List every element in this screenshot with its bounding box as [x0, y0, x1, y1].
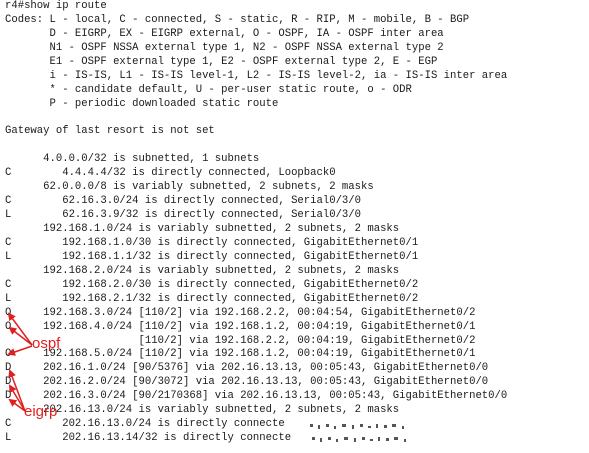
terminal-line: C 62.16.3.0/24 is directly connected, Se… — [5, 195, 362, 208]
terminal-output: r4#show ip route Codes: L - local, C - co… — [0, 0, 589, 453]
terminal-line: L 192.168.2.1/32 is directly connected, … — [5, 292, 419, 305]
terminal-line: N1 - OSPF NSSA external type 1, N2 - OSP… — [5, 41, 444, 54]
terminal-line: Gateway of last resort is not set — [5, 125, 215, 138]
terminal-line: * - candidate default, U - per-user stat… — [5, 83, 412, 96]
eigrp-label: eigrp — [24, 403, 58, 420]
terminal-line: L 192.168.1.1/32 is directly connected, … — [5, 250, 419, 263]
terminal-line: O 192.168.5.0/24 [110/2] via 192.168.1.2… — [5, 348, 476, 361]
terminal-line: [110/2] via 192.168.2.2, 00:04:19, Gigab… — [5, 334, 476, 347]
terminal-line: O 192.168.4.0/24 [110/2] via 192.168.1.2… — [5, 320, 476, 333]
terminal-line: 4.0.0.0/32 is subnetted, 1 subnets — [5, 153, 260, 166]
terminal-line: L 62.16.3.9/32 is directly connected, Se… — [5, 209, 362, 222]
ospf-label: ospf — [32, 335, 61, 352]
terminal-line: L 202.16.13.14/32 is directly connecte — [5, 432, 292, 445]
terminal-line: D 202.16.3.0/24 [90/2170368] via 202.16.… — [5, 390, 508, 403]
terminal-line: C 192.168.2.0/30 is directly connected, … — [5, 278, 419, 291]
terminal-line: D - EIGRP, EX - EIGRP external, O - OSPF… — [5, 27, 444, 40]
terminal-line: r4#show ip route — [5, 0, 107, 12]
terminal-line: C 202.16.13.0/24 is directly connecte — [5, 418, 285, 431]
terminal-line: Codes: L - local, C - connected, S - sta… — [5, 13, 470, 26]
terminal-line: 192.168.1.0/24 is variably subnetted, 2 … — [5, 223, 400, 235]
route-table-text: r4#show ip route Codes: L - local, C - co… — [5, 0, 507, 453]
terminal-line: 62.0.0.0/8 is variably subnetted, 2 subn… — [5, 181, 374, 194]
terminal-line: D 202.16.1.0/24 [90/5376] via 202.16.13.… — [5, 362, 489, 375]
terminal-line: D 202.16.2.0/24 [90/3072] via 202.16.13.… — [5, 376, 489, 389]
terminal-line: O 192.168.3.0/24 [110/2] via 192.168.2.2… — [5, 306, 476, 319]
terminal-line: 192.168.2.0/24 is variably subnetted, 2 … — [5, 264, 400, 277]
terminal-line: 202.16.13.0/24 is variably subnetted, 2 … — [5, 404, 400, 417]
terminal-line: C 4.4.4.4/32 is directly connected, Loop… — [5, 167, 336, 180]
terminal-line: P - periodic downloaded static route — [5, 97, 279, 110]
terminal-line: E1 - OSPF external type 1, E2 - OSPF ext… — [5, 55, 438, 68]
terminal-line: C 192.168.1.0/30 is directly connected, … — [5, 236, 419, 249]
terminal-line: i - IS-IS, L1 - IS-IS level-1, L2 - IS-I… — [5, 69, 508, 82]
